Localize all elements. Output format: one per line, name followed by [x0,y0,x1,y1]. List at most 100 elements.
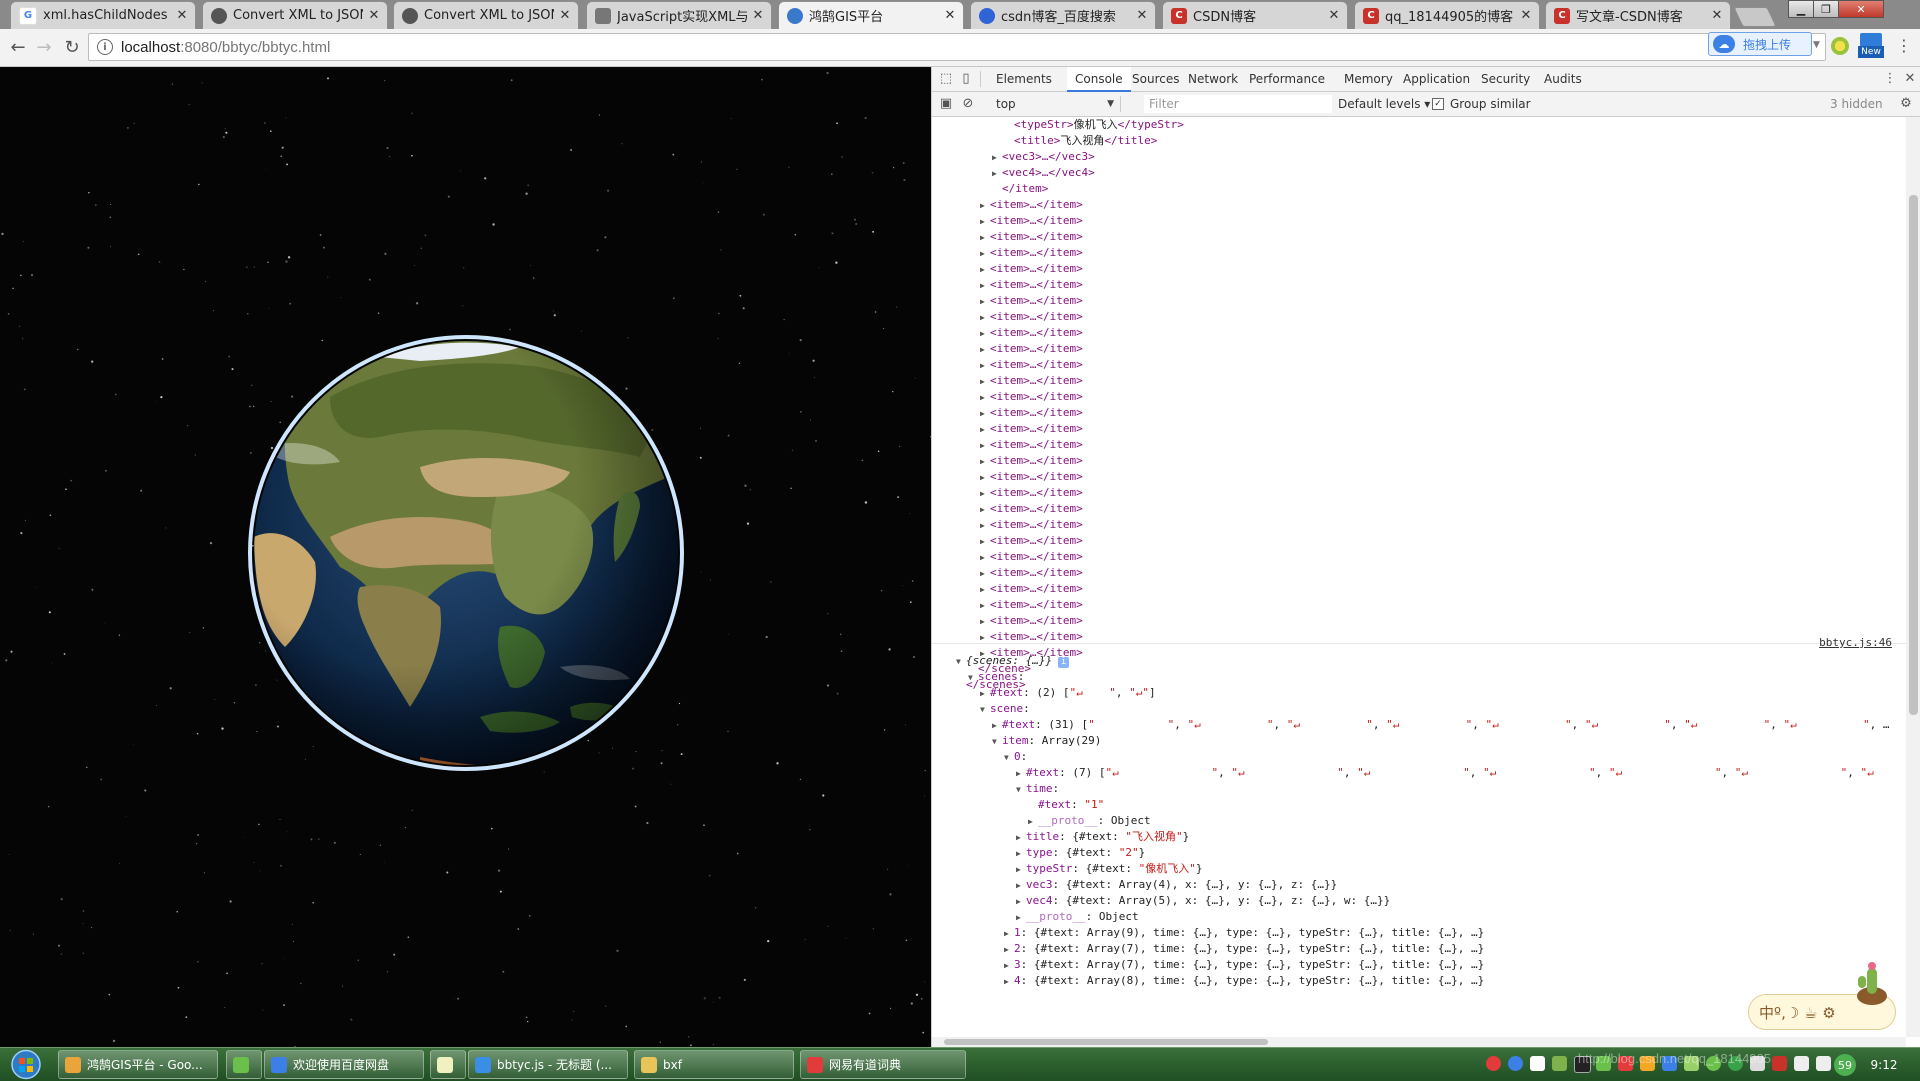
expand-triangle-icon[interactable]: ▶ [980,310,990,326]
new-extension-icon[interactable]: New [1858,33,1884,59]
expand-triangle-icon[interactable]: ▶ [1016,894,1026,910]
expand-triangle-icon[interactable]: ▶ [1016,862,1026,878]
object-property-line[interactable]: ▶ 1: {#text: Array(9), time: {…}, type: {… [1004,925,1484,941]
sogou-tray-icon[interactable] [1486,1056,1501,1071]
expand-triangle-icon[interactable]: ▶ [980,518,990,534]
object-property-line[interactable]: ▶ vec3: {#text: Array(4), x: {…}, y: {…},… [1016,877,1337,893]
xml-node-line[interactable]: ▶ <item>…</item> [980,485,1083,501]
object-property-line[interactable]: ▶ #text: (7) ["↵ ", "↵ ", "↵ ", "↵ ", "↵ … [1016,765,1906,781]
object-property-line[interactable]: ▶ #text: (2) ["↵ ", "↵"] [980,685,1156,701]
expand-triangle-icon[interactable]: ▶ [980,550,990,566]
expand-triangle-icon[interactable]: ▶ [980,422,990,438]
expand-triangle-icon[interactable]: ▶ [980,598,990,614]
checkbox-checked-icon[interactable]: ✓ [1432,98,1444,110]
expand-triangle-icon[interactable]: ▶ [980,454,990,470]
xml-node-line[interactable]: ▶ <item>…</item> [980,309,1083,325]
expand-triangle-icon[interactable]: ▶ [1016,830,1026,846]
expand-triangle-icon[interactable]: ▶ [980,406,990,422]
tray-app-icon[interactable] [1530,1056,1545,1071]
object-property-line[interactable]: ▶ 2: {#text: Array(7), time: {…}, type: {… [1004,941,1484,957]
xml-node-line[interactable]: ▶ <item>…</item> [980,581,1083,597]
expand-triangle-icon[interactable]: ▶ [980,374,990,390]
close-tab-icon[interactable]: ✕ [1710,8,1724,23]
expand-triangle-icon[interactable]: ▶ [980,230,990,246]
object-property-line[interactable]: ▶ #text: (31) [" ", "↵ ", "↵ ", "↵ ", "↵ … [992,717,1889,733]
globe-scene[interactable] [0,67,931,1047]
devtools-tab-performance[interactable]: Performance [1241,67,1333,91]
expand-triangle-icon[interactable]: ▶ [980,582,990,598]
console-settings-gear-icon[interactable]: ⚙ [1898,96,1914,112]
expand-triangle-icon[interactable]: ▶ [1004,926,1014,942]
object-property-line[interactable]: ▶ 3: {#text: Array(7), time: {…}, type: {… [1004,957,1484,973]
expand-triangle-icon[interactable]: ▼ [980,702,990,718]
xml-node-line[interactable]: ▶ <item>…</item> [980,549,1083,565]
xml-node-line[interactable]: ▶ <item>…</item> [980,213,1083,229]
xml-node-line[interactable]: ▶ <item>…</item> [980,325,1083,341]
xml-node-line[interactable]: ▶ <item>…</item> [980,453,1083,469]
expand-triangle-icon[interactable]: ▶ [980,470,990,486]
scrollbar-thumb[interactable] [944,1039,1268,1045]
inspect-element-icon[interactable]: ⬚ [938,71,954,87]
volume-icon[interactable] [1816,1056,1831,1071]
browser-tab[interactable]: C CSDN博客 ✕ [1162,1,1348,29]
devtools-tab-elements[interactable]: Elements [988,67,1060,91]
xml-node-line[interactable]: ▶ <vec3>…</vec3> [992,149,1095,165]
devtools-tab-audits[interactable]: Audits [1536,67,1590,91]
object-property-line[interactable]: ▶ 4: {#text: Array(8), time: {…}, type: {… [1004,973,1484,989]
back-arrow-icon[interactable]: ← [6,35,30,59]
object-property-line[interactable]: ▼ 0: [1004,749,1027,765]
xml-node-line[interactable]: <title>飞入视角</title> [1004,133,1157,149]
expand-triangle-icon[interactable]: ▶ [980,614,990,630]
expand-triangle-icon[interactable]: ▶ [980,438,990,454]
sidebar-toggle-icon[interactable]: ▣ [938,96,954,112]
expand-triangle-icon[interactable]: ▶ [980,262,990,278]
object-property-line[interactable]: ▶ title: {#text: "飞入视角"} [1016,829,1189,845]
expand-triangle-icon[interactable]: ▶ [980,390,990,406]
close-tab-icon[interactable]: ✕ [1135,8,1149,23]
object-property-line[interactable]: ▶ __proto__: Object [1028,813,1151,829]
xml-node-line[interactable]: ▶ <item>…</item> [980,245,1083,261]
network-icon[interactable] [1794,1056,1809,1071]
browser-tab[interactable]: 鸿鹄GIS平台 ✕ [778,1,964,29]
log-levels-dropdown[interactable]: Default levels ▾ [1338,95,1430,113]
context-select[interactable]: top ▼ [992,95,1114,113]
chevron-down-icon[interactable]: ▼ [1813,40,1825,50]
address-bar[interactable]: i localhost:8080/bbtyc/bbtyc.html [88,33,1826,61]
close-tab-icon[interactable]: ✕ [367,8,381,23]
object-property-line[interactable]: ▶ vec4: {#text: Array(5), x: {…}, y: {…},… [1016,893,1390,909]
expand-triangle-icon[interactable]: ▶ [1004,974,1014,990]
object-property-line[interactable]: #text: "1" [1028,797,1104,813]
expand-triangle-icon[interactable]: ▶ [1028,814,1038,830]
object-property-line[interactable]: ▶ typeStr: {#text: "像机飞入"} [1016,861,1202,877]
expand-triangle-icon[interactable]: ▶ [980,326,990,342]
xml-node-line[interactable]: ▶ <item>…</item> [980,469,1083,485]
taskbar-button[interactable] [430,1050,466,1079]
xml-node-line[interactable]: ▶ <item>…</item> [980,421,1083,437]
system-clock[interactable]: 9:12 [1862,1048,1906,1081]
expand-triangle-icon[interactable]: ▶ [980,294,990,310]
baidu-upload-button[interactable]: ☁ 拖拽上传 [1708,32,1812,56]
console-vertical-scrollbar[interactable] [1906,117,1920,1037]
forward-arrow-icon[interactable]: → [32,35,56,59]
expand-triangle-icon[interactable]: ▶ [980,246,990,262]
device-toolbar-icon[interactable]: ▯ [958,71,974,87]
expand-triangle-icon[interactable]: ▼ [956,654,966,670]
close-tab-icon[interactable]: ✕ [1519,8,1533,23]
tray-app-icon[interactable] [1552,1056,1567,1071]
object-property-line[interactable]: ▼ scene: [980,701,1030,717]
tray-badge-icon[interactable]: 59 [1834,1054,1856,1076]
expand-triangle-icon[interactable]: ▶ [980,278,990,294]
close-tab-icon[interactable]: ✕ [751,8,765,23]
object-property-line[interactable]: ▶ type: {#text: "2"} [1016,845,1145,861]
expand-triangle-icon[interactable]: ▶ [992,150,1002,166]
devtools-tab-network[interactable]: Network [1180,67,1246,91]
expand-triangle-icon[interactable]: ▶ [980,342,990,358]
taskbar-button[interactable]: bbtyc.js - 无标题 (... [468,1050,628,1079]
xml-node-line[interactable]: ▶ <item>…</item> [980,277,1083,293]
expand-triangle-icon[interactable]: ▶ [980,486,990,502]
maximize-button[interactable]: ❐ [1813,0,1839,18]
xml-node-line[interactable]: ▶ <item>…</item> [980,501,1083,517]
expand-triangle-icon[interactable]: ▶ [980,686,990,702]
group-similar-checkbox[interactable]: ✓ Group similar [1432,95,1531,113]
expand-triangle-icon[interactable]: ▶ [980,198,990,214]
